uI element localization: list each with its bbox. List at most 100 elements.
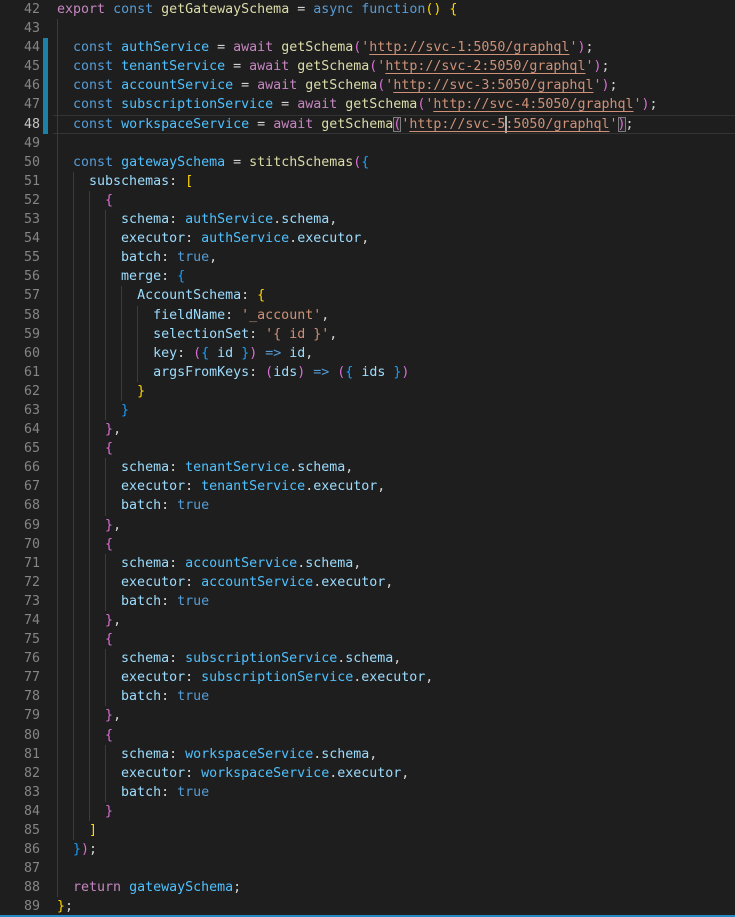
code-line[interactable]: 86 }); [0, 840, 735, 859]
code-line[interactable]: 69 }, [0, 516, 735, 535]
line-number[interactable]: 68 [0, 496, 40, 515]
code-line[interactable]: 49 [0, 134, 735, 153]
code-line[interactable]: 58 fieldName: '_account', [0, 306, 735, 325]
code-line[interactable]: 77 executor: subscriptionService.executo… [0, 668, 735, 687]
code-line[interactable]: 81 schema: workspaceService.schema, [0, 745, 735, 764]
line-number[interactable]: 70 [0, 535, 40, 554]
line-number[interactable]: 49 [0, 134, 40, 153]
code-line[interactable]: 62 } [0, 382, 735, 401]
code-line[interactable]: 43 [0, 19, 735, 38]
line-number[interactable]: 72 [0, 573, 40, 592]
code-line[interactable]: 57 AccountSchema: { [0, 286, 735, 305]
line-number[interactable]: 86 [0, 840, 40, 859]
code-line[interactable]: 75 { [0, 630, 735, 649]
line-number[interactable]: 59 [0, 325, 40, 344]
line-number[interactable]: 67 [0, 477, 40, 496]
line-number[interactable]: 52 [0, 191, 40, 210]
code-line[interactable]: 72 executor: accountService.executor, [0, 573, 735, 592]
code-line[interactable]: 76 schema: subscriptionService.schema, [0, 649, 735, 668]
git-modified-indicator[interactable] [43, 76, 48, 95]
code-line[interactable]: 84 } [0, 802, 735, 821]
line-number[interactable]: 44 [0, 38, 40, 57]
line-number[interactable]: 82 [0, 764, 40, 783]
line-number[interactable]: 79 [0, 706, 40, 725]
line-number[interactable]: 78 [0, 687, 40, 706]
line-number[interactable]: 43 [0, 19, 40, 38]
line-number[interactable]: 55 [0, 248, 40, 267]
line-number[interactable]: 58 [0, 306, 40, 325]
code-line[interactable]: 53 schema: authService.schema, [0, 210, 735, 229]
line-number[interactable]: 77 [0, 668, 40, 687]
code-line[interactable]: 85 ] [0, 821, 735, 840]
line-number[interactable]: 76 [0, 649, 40, 668]
code-line[interactable]: 70 { [0, 535, 735, 554]
url-link-text[interactable]: http://svc-4:5050/graphql [433, 97, 633, 112]
code-line[interactable]: 74 }, [0, 611, 735, 630]
code-line[interactable]: 79 }, [0, 706, 735, 725]
line-number[interactable]: 53 [0, 210, 40, 229]
line-number[interactable]: 56 [0, 267, 40, 286]
code-line[interactable]: 48 const workspaceService = await getSch… [0, 115, 735, 134]
code-line[interactable]: 66 schema: tenantService.schema, [0, 458, 735, 477]
code-line[interactable]: 80 { [0, 726, 735, 745]
line-number[interactable]: 84 [0, 802, 40, 821]
code-line[interactable]: 82 executor: workspaceService.executor, [0, 764, 735, 783]
url-link-text[interactable]: :5050/graphql [505, 117, 609, 132]
code-line[interactable]: 44 const authService = await getSchema('… [0, 38, 735, 57]
code-line[interactable]: 71 schema: accountService.schema, [0, 554, 735, 573]
line-number[interactable]: 50 [0, 153, 40, 172]
line-number[interactable]: 89 [0, 897, 40, 916]
code-line[interactable]: 54 executor: authService.executor, [0, 229, 735, 248]
code-line[interactable]: 45 const tenantService = await getSchema… [0, 57, 735, 76]
code-line[interactable]: 46 const accountService = await getSchem… [0, 76, 735, 95]
code-line[interactable]: 64 }, [0, 420, 735, 439]
url-link-text[interactable]: http://svc-5 [409, 117, 505, 132]
code-line[interactable]: 73 batch: true [0, 592, 735, 611]
code-line[interactable]: 87 [0, 859, 735, 878]
line-number[interactable]: 51 [0, 172, 40, 191]
code-line[interactable]: 89}; [0, 897, 735, 916]
git-modified-indicator[interactable] [43, 38, 48, 57]
line-number[interactable]: 62 [0, 382, 40, 401]
code-line[interactable]: 51 subschemas: [ [0, 172, 735, 191]
line-number[interactable]: 74 [0, 611, 40, 630]
code-line[interactable]: 61 argsFromKeys: (ids) => ({ ids }) [0, 363, 735, 382]
url-link-text[interactable]: http://svc-2:5050/graphql [385, 59, 585, 74]
code-line[interactable]: 55 batch: true, [0, 248, 735, 267]
code-line[interactable]: 68 batch: true [0, 496, 735, 515]
line-number[interactable]: 66 [0, 458, 40, 477]
code-line[interactable]: 65 { [0, 439, 735, 458]
line-number[interactable]: 47 [0, 95, 40, 114]
line-number[interactable]: 54 [0, 229, 40, 248]
line-number[interactable]: 48 [0, 115, 40, 134]
code-line[interactable]: 42export const getGatewaySchema = async … [0, 0, 735, 19]
code-line[interactable]: 47 const subscriptionService = await get… [0, 95, 735, 114]
code-line[interactable]: 67 executor: tenantService.executor, [0, 477, 735, 496]
line-number[interactable]: 69 [0, 516, 40, 535]
line-number[interactable]: 87 [0, 859, 40, 878]
url-link-text[interactable]: http://svc-3:5050/graphql [393, 78, 593, 93]
code-line[interactable]: 78 batch: true [0, 687, 735, 706]
line-number[interactable]: 85 [0, 821, 40, 840]
code-line[interactable]: 60 key: ({ id }) => id, [0, 344, 735, 363]
url-link-text[interactable]: http://svc-1:5050/graphql [369, 40, 569, 55]
line-number[interactable]: 73 [0, 592, 40, 611]
code-line[interactable]: 63 } [0, 401, 735, 420]
line-number[interactable]: 71 [0, 554, 40, 573]
line-number[interactable]: 60 [0, 344, 40, 363]
line-number[interactable]: 83 [0, 783, 40, 802]
code-line[interactable]: 88 return gatewaySchema; [0, 878, 735, 897]
code-line[interactable]: 83 batch: true [0, 783, 735, 802]
line-number[interactable]: 61 [0, 363, 40, 382]
code-line[interactable]: 59 selectionSet: '{ id }', [0, 325, 735, 344]
line-number[interactable]: 64 [0, 420, 40, 439]
line-number[interactable]: 88 [0, 878, 40, 897]
line-number[interactable]: 63 [0, 401, 40, 420]
line-number[interactable]: 75 [0, 630, 40, 649]
line-number[interactable]: 65 [0, 439, 40, 458]
git-modified-indicator[interactable] [43, 95, 48, 114]
git-modified-indicator[interactable] [43, 115, 48, 134]
git-modified-indicator[interactable] [43, 57, 48, 76]
line-number[interactable]: 42 [0, 0, 40, 19]
code-line[interactable]: 52 { [0, 191, 735, 210]
